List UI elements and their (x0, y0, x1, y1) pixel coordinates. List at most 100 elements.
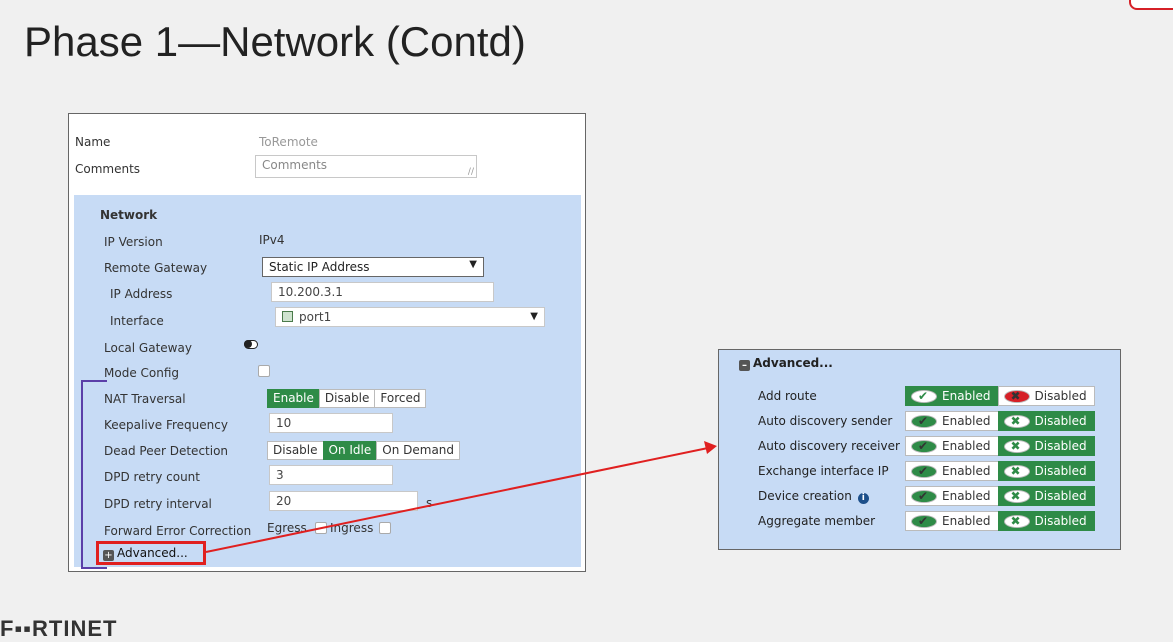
interface-label: Interface (110, 314, 164, 328)
enabled-label: Enabled (942, 514, 991, 528)
dpd-retry-interval-input[interactable]: 20 (269, 491, 418, 511)
chevron-down-icon: ▼ (469, 259, 477, 270)
advanced-row-label: Exchange interface IP (758, 464, 889, 478)
nat-enable-option[interactable]: Enable (267, 389, 320, 408)
x-circle-icon: ✖ (1003, 464, 1030, 478)
resize-handle-icon[interactable]: ∕∕ (468, 167, 474, 177)
ip-version-label: IP Version (104, 235, 163, 249)
advanced-row-text: Exchange interface IP (758, 464, 889, 478)
disabled-option[interactable]: ✖ Disabled (997, 386, 1095, 406)
dpd-label: Dead Peer Detection (104, 444, 229, 458)
fec-ingress-label: Ingress (330, 521, 374, 535)
minus-icon: – (739, 360, 750, 371)
disabled-option[interactable]: ✖ Disabled (997, 436, 1095, 456)
check-circle-icon: ✔ (911, 439, 937, 453)
disabled-option[interactable]: ✖ Disabled (997, 461, 1095, 481)
advanced-panel-heading[interactable]: – Advanced... (739, 356, 833, 371)
dpd-retry-count-label: DPD retry count (104, 470, 200, 484)
check-circle-icon: ✔ (911, 464, 937, 478)
enabled-label: Enabled (942, 414, 991, 428)
enabled-option[interactable]: ✔ Enabled (905, 436, 999, 456)
advanced-heading-label: Advanced... (753, 356, 833, 370)
advanced-row-toggle: ✔ Enabled ✖ Disabled (905, 511, 1095, 531)
enabled-option[interactable]: ✔ Enabled (905, 486, 999, 506)
advanced-row-toggle: ✔ Enabled ✖ Disabled (905, 461, 1095, 481)
enabled-label: Enabled (942, 464, 991, 478)
enabled-option[interactable]: ✔ Enabled (905, 511, 999, 531)
enabled-label: Enabled (942, 439, 991, 453)
x-circle-icon: ✖ (1003, 414, 1030, 428)
advanced-row-text: Aggregate member (758, 514, 876, 528)
disabled-option[interactable]: ✖ Disabled (997, 486, 1095, 506)
plus-icon: + (103, 550, 114, 561)
interface-selected: port1 (299, 310, 332, 324)
remote-gateway-selected: Static IP Address (269, 260, 370, 274)
local-gateway-label: Local Gateway (104, 341, 192, 355)
name-label: Name (75, 135, 111, 149)
ipsec-settings-dialog: Name ToRemote Comments Comments ∕∕ Netwo… (68, 113, 586, 572)
enabled-label: Enabled (942, 489, 991, 503)
slide-title: Phase 1—Network (Contd) (24, 18, 526, 65)
disabled-option[interactable]: ✖ Disabled (997, 411, 1095, 431)
check-circle-icon: ✔ (911, 389, 937, 403)
disabled-label: Disabled (1034, 414, 1087, 428)
fec-ingress-checkbox[interactable] (379, 522, 391, 534)
fortinet-logo: F▪▪RTINET (0, 616, 118, 641)
nat-disable-option[interactable]: Disable (318, 389, 376, 408)
dpd-retry-count-input[interactable]: 3 (269, 465, 393, 485)
enabled-option[interactable]: ✔ Enabled (905, 411, 999, 431)
advanced-row-text: Device creation (758, 489, 852, 503)
ip-address-input[interactable]: 10.200.3.1 (271, 282, 494, 302)
advanced-panel: – Advanced... Add route ✔ Enabled ✖ Disabled A… (718, 349, 1121, 550)
check-circle-icon: ✔ (911, 489, 937, 503)
corner-tab (1129, 0, 1173, 10)
network-heading: Network (100, 208, 158, 222)
dpd-options: Disable On Idle On Demand (267, 441, 461, 460)
advanced-row-text: Auto discovery sender (758, 414, 893, 428)
dpd-retry-interval-label: DPD retry interval (104, 497, 212, 511)
check-circle-icon: ✔ (911, 514, 937, 528)
enabled-option[interactable]: ✔ Enabled (905, 461, 999, 481)
advanced-row-text: Auto discovery receiver (758, 439, 900, 453)
remote-gateway-select[interactable]: Static IP Address ▼ (262, 257, 484, 277)
comments-placeholder: Comments (262, 158, 328, 172)
dpd-on-idle-option[interactable]: On Idle (322, 441, 378, 460)
comments-label: Comments (75, 162, 141, 176)
nat-traversal-label: NAT Traversal (104, 392, 186, 406)
x-circle-icon: ✖ (1003, 389, 1030, 403)
interface-select[interactable]: port1 ▼ (275, 307, 545, 327)
disabled-option[interactable]: ✖ Disabled (997, 511, 1095, 531)
fec-egress-label: Egress (267, 521, 307, 535)
advanced-button-label: Advanced... (117, 546, 188, 560)
advanced-row-toggle: ✔ Enabled ✖ Disabled (905, 436, 1095, 456)
dpd-disable-option[interactable]: Disable (267, 441, 324, 460)
advanced-row-label: Auto discovery receiver (758, 439, 900, 453)
nat-traversal-options: Enable Disable Forced (267, 389, 427, 408)
enabled-option[interactable]: ✔ Enabled (905, 386, 999, 406)
disabled-label: Disabled (1034, 464, 1087, 478)
advanced-row-text: Add route (758, 389, 817, 403)
ip-version-value: IPv4 (259, 233, 285, 247)
mode-config-label: Mode Config (104, 366, 180, 380)
fec-egress-checkbox[interactable] (315, 522, 327, 534)
advanced-row-toggle: ✔ Enabled ✖ Disabled (905, 386, 1095, 406)
local-gateway-toggle[interactable] (244, 340, 258, 349)
advanced-expand-button[interactable]: + Advanced... (96, 541, 206, 565)
disabled-label: Disabled (1034, 514, 1087, 528)
dpd-on-demand-option[interactable]: On Demand (376, 441, 461, 460)
dpd-retry-interval-unit: s (426, 496, 433, 510)
remote-gateway-label: Remote Gateway (104, 261, 208, 275)
enabled-label: Enabled (942, 389, 991, 403)
nat-forced-option[interactable]: Forced (374, 389, 427, 408)
info-icon[interactable]: i (857, 493, 869, 504)
fec-label: Forward Error Correction (104, 524, 252, 538)
advanced-row-label: Add route (758, 389, 817, 403)
keepalive-input[interactable]: 10 (269, 413, 393, 433)
advanced-row-label: Aggregate member (758, 514, 875, 528)
comments-textarea[interactable]: Comments ∕∕ (255, 155, 477, 178)
mode-config-checkbox[interactable] (258, 365, 270, 377)
disabled-label: Disabled (1034, 389, 1087, 403)
x-circle-icon: ✖ (1003, 514, 1030, 528)
callout-arrow-head (704, 441, 717, 454)
ip-address-label: IP Address (110, 287, 173, 301)
